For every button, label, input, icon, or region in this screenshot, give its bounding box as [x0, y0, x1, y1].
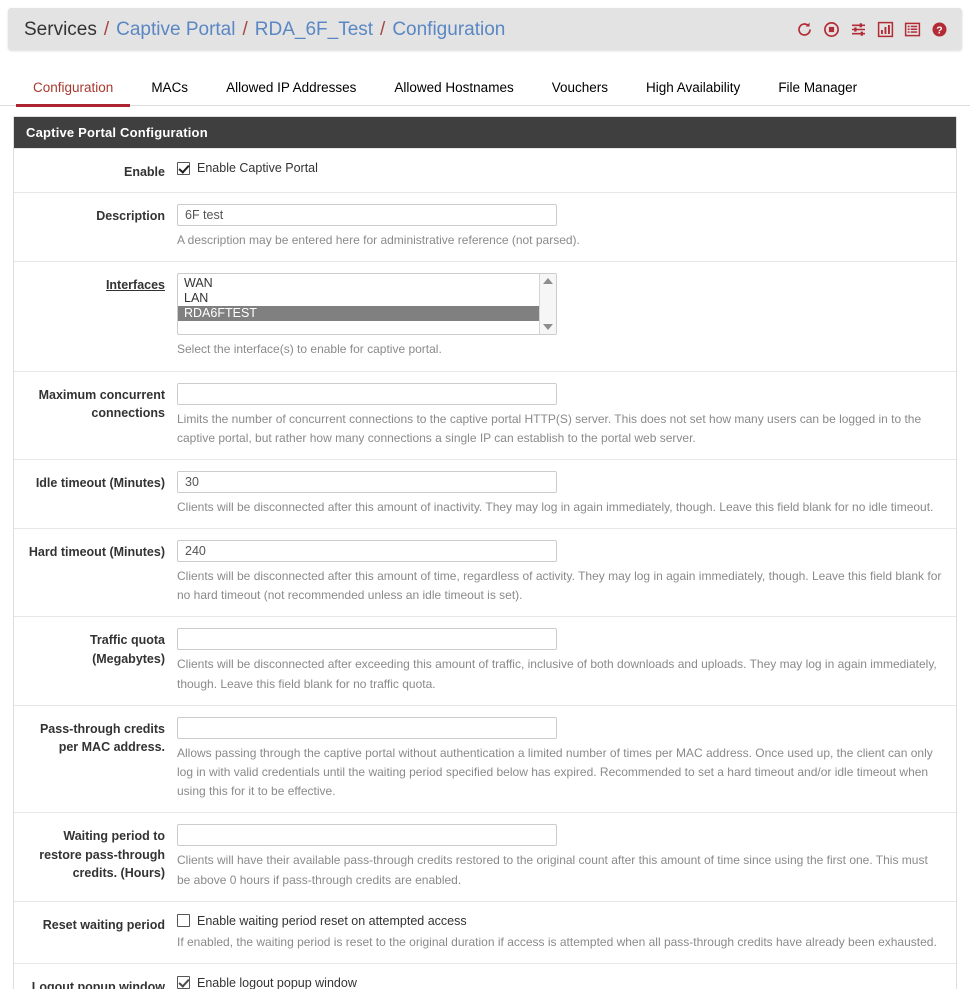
interfaces-help: Select the interface(s) to enable for ca… — [177, 342, 442, 357]
captive-portal-configuration-panel: Captive Portal Configuration Enable Enab… — [13, 116, 957, 989]
list-icon[interactable] — [904, 21, 921, 38]
form-row-reset-waiting-period: Reset waiting period Enable waiting peri… — [14, 900, 956, 963]
label-passthrough-credits: Pass-through credits per MAC address. — [39, 721, 165, 754]
label-interfaces: Interfaces — [105, 278, 165, 293]
breadcrumb-separator: / — [380, 18, 386, 40]
help-icon[interactable]: ? — [931, 21, 948, 38]
waiting-period-help: Clients will have their available pass-t… — [177, 853, 928, 887]
form-row-traffic-quota: Traffic quota (Megabytes) Clients will b… — [14, 616, 956, 704]
form-row-logout-popup: Logout popup window Enable logout popup … — [14, 962, 956, 989]
sliders-icon[interactable] — [850, 21, 867, 38]
form-row-description: Description A description may be entered… — [14, 192, 956, 261]
breadcrumb: Services / Captive Portal / RDA_6F_Test … — [24, 20, 505, 39]
form-row-idle-timeout: Idle timeout (Minutes) Clients will be d… — [14, 458, 956, 528]
scroll-up-icon[interactable] — [543, 278, 553, 285]
reset-waiting-period-checkbox[interactable] — [177, 914, 190, 928]
enable-captive-portal-checkbox[interactable] — [177, 161, 190, 175]
description-input[interactable] — [177, 204, 557, 227]
label-reset-waiting-period: Reset waiting period — [42, 917, 165, 932]
description-help: A description may be entered here for ad… — [177, 233, 580, 248]
interfaces-scrollbar[interactable] — [539, 274, 556, 335]
max-concurrent-connections-input[interactable] — [177, 382, 557, 405]
idle-timeout-input[interactable] — [177, 470, 557, 493]
hard-timeout-input[interactable] — [177, 540, 557, 563]
label-enable: Enable — [124, 165, 165, 179]
label-traffic-quota: Traffic quota (Megabytes) — [89, 633, 165, 666]
tab-high-availability[interactable]: High Availability — [627, 72, 759, 106]
reset-waiting-period-checkbox-label: Enable waiting period reset on attempted… — [197, 913, 467, 928]
breadcrumb-item-configuration[interactable]: Configuration — [392, 20, 505, 39]
breadcrumb-separator: / — [242, 18, 248, 40]
form-row-enable: Enable Enable Captive Portal — [14, 148, 956, 192]
hard-timeout-help: Clients will be disconnected after this … — [177, 569, 942, 603]
passthrough-credits-input[interactable] — [177, 716, 557, 739]
tab-macs[interactable]: MACs — [132, 72, 207, 106]
interface-option-wan[interactable]: WAN — [178, 276, 539, 291]
tab-configuration[interactable]: Configuration — [14, 72, 132, 107]
panel-title: Captive Portal Configuration — [14, 117, 956, 148]
label-hard-timeout: Hard timeout (Minutes) — [28, 545, 165, 560]
logout-popup-checkbox-label: Enable logout popup window — [197, 975, 357, 989]
breadcrumb-bar: Services / Captive Portal / RDA_6F_Test … — [8, 8, 962, 50]
idle-timeout-help: Clients will be disconnected after this … — [177, 499, 934, 514]
tab-allowed-ip-addresses[interactable]: Allowed IP Addresses — [207, 72, 375, 106]
interface-option-lan[interactable]: LAN — [178, 291, 539, 306]
form-row-max-concurrent-connections: Maximum concurrent connections Limits th… — [14, 370, 956, 459]
breadcrumb-root: Services — [24, 18, 97, 40]
max-concurrent-connections-help: Limits the number of concurrent connecti… — [177, 411, 922, 445]
tab-bar: Configuration MACs Allowed IP Addresses … — [0, 64, 970, 107]
form-row-waiting-period: Waiting period to restore pass-through c… — [14, 812, 956, 900]
label-waiting-period: Waiting period to restore pass-through c… — [39, 829, 165, 880]
breadcrumb-item-captive-portal[interactable]: Captive Portal — [116, 20, 235, 39]
traffic-quota-help: Clients will be disconnected after excee… — [177, 657, 937, 691]
interface-option-rda6ftest[interactable]: RDA6FTEST — [178, 306, 539, 322]
svg-text:?: ? — [936, 24, 942, 36]
interfaces-options: WAN LAN RDA6FTEST — [178, 274, 539, 334]
enable-captive-portal-label: Enable Captive Portal — [197, 161, 318, 175]
waiting-period-input[interactable] — [177, 824, 557, 847]
reset-waiting-period-help: If enabled, the waiting period is reset … — [177, 934, 937, 949]
form-row-passthrough-credits: Pass-through credits per MAC address. Al… — [14, 704, 956, 813]
tab-file-manager[interactable]: File Manager — [759, 72, 876, 106]
breadcrumb-item-zone[interactable]: RDA_6F_Test — [255, 20, 373, 39]
label-max-concurrent-connections: Maximum concurrent connections — [38, 387, 165, 420]
breadcrumb-separator: / — [103, 18, 110, 40]
scroll-down-icon[interactable] — [543, 324, 553, 331]
form-row-interfaces: Interfaces WAN LAN RDA6FTEST Select the … — [14, 261, 956, 370]
bar-chart-icon[interactable] — [877, 21, 894, 38]
traffic-quota-input[interactable] — [177, 628, 557, 651]
form-row-hard-timeout: Hard timeout (Minutes) Clients will be d… — [14, 528, 956, 616]
logout-popup-checkbox[interactable] — [177, 976, 190, 989]
stop-icon[interactable] — [823, 21, 840, 38]
label-idle-timeout: Idle timeout (Minutes) — [35, 475, 165, 490]
refresh-icon[interactable] — [796, 21, 813, 38]
interfaces-listbox[interactable]: WAN LAN RDA6FTEST — [177, 273, 557, 336]
label-logout-popup: Logout popup window — [31, 979, 165, 989]
tab-vouchers[interactable]: Vouchers — [533, 72, 627, 106]
header-actions: ? — [796, 21, 948, 38]
label-description: Description — [96, 209, 165, 224]
passthrough-credits-help: Allows passing through the captive porta… — [177, 745, 933, 799]
tab-allowed-hostnames[interactable]: Allowed Hostnames — [375, 72, 532, 106]
